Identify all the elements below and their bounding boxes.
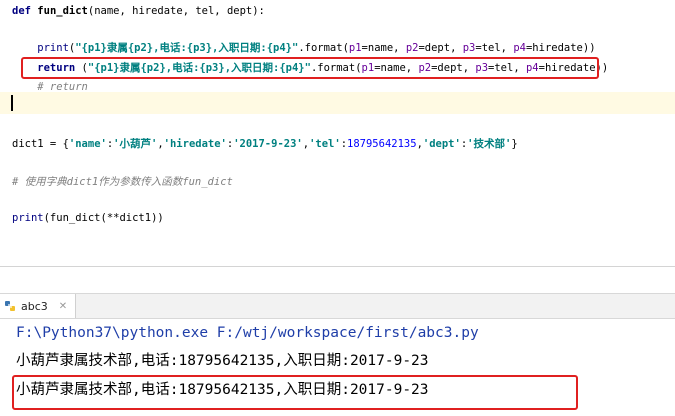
code-line-print: print("{p1}隶属{p2},电话:{p3},入职日期:{p4}".for… bbox=[12, 38, 596, 58]
code-token: =hiredate)) bbox=[525, 42, 596, 54]
code-token: 作为参数传入函数 bbox=[98, 176, 183, 188]
code-token: dict1 = { bbox=[12, 138, 69, 150]
code-token: dict1 bbox=[66, 176, 99, 188]
code-token: p4 bbox=[513, 42, 526, 54]
tab-abc3[interactable]: abc3 ✕ bbox=[0, 294, 77, 318]
code-token: p1 bbox=[348, 42, 362, 54]
annotation-box-output bbox=[12, 375, 578, 410]
code-line-print-call: print(fun_dict(**dict1)) bbox=[12, 208, 164, 228]
output-line-1: 小葫芦隶属技术部,电话:18795642135,入职日期:2017-9-23 bbox=[16, 353, 429, 369]
run-tab-bar: abc3 ✕ bbox=[0, 293, 675, 319]
code-token: 18795642135 bbox=[347, 138, 417, 150]
code-token: # return bbox=[12, 81, 88, 93]
code-token: def bbox=[12, 5, 38, 17]
code-token: =dept, bbox=[418, 42, 463, 54]
code-line-def: def fun_dict(name, hiredate, tel, dept): bbox=[12, 1, 265, 21]
run-panel: abc3 ✕ F:\Python37\python.exe F:/wtj/wor… bbox=[0, 266, 675, 416]
python-file-icon bbox=[4, 300, 16, 312]
code-editor[interactable]: def fun_dict(name, hiredate, tel, dept):… bbox=[0, 0, 675, 266]
code-token: # 使用字典 bbox=[12, 176, 67, 188]
code-token: fun_dict bbox=[182, 176, 233, 188]
code-token: =tel, bbox=[475, 42, 514, 54]
code-line-comment-usage: # 使用字典dict1作为参数传入函数fun_dict bbox=[12, 172, 233, 192]
text-caret bbox=[11, 95, 13, 111]
code-token: 'tel' bbox=[309, 138, 341, 150]
tab-label: abc3 bbox=[21, 299, 48, 313]
code-token: '小葫芦' bbox=[113, 138, 158, 150]
code-token: 'dept' bbox=[422, 138, 461, 150]
code-token: (fun_dict(**dict1)) bbox=[43, 212, 164, 224]
output-command-line: F:\Python37\python.exe F:/wtj/workspace/… bbox=[16, 325, 479, 341]
code-token: print bbox=[12, 42, 69, 54]
code-line-dict: dict1 = {'name':'小葫芦','hiredate':'2017-9… bbox=[12, 134, 518, 154]
code-token: .format( bbox=[298, 42, 349, 54]
code-token: print bbox=[12, 212, 44, 224]
code-token: (name, hiredate, tel, dept): bbox=[87, 5, 265, 17]
code-token: p3 bbox=[462, 42, 476, 54]
close-icon[interactable]: ✕ bbox=[59, 301, 67, 312]
code-token: "{p1}隶属{p2},电话:{p3},入职日期:{p4}" bbox=[75, 42, 299, 54]
code-token: =name, bbox=[361, 42, 406, 54]
code-token: '技术部' bbox=[467, 138, 512, 150]
code-token: 'hiredate' bbox=[163, 138, 227, 150]
current-line-highlight bbox=[0, 92, 675, 114]
code-token: '2017-9-23' bbox=[233, 138, 303, 150]
code-token: 'name' bbox=[68, 138, 107, 150]
code-token: } bbox=[511, 138, 518, 150]
annotation-box-return bbox=[21, 57, 599, 79]
code-token: fun_dict bbox=[37, 5, 88, 17]
code-line-comment-return: # return bbox=[12, 77, 88, 97]
code-token: p2 bbox=[405, 42, 419, 54]
